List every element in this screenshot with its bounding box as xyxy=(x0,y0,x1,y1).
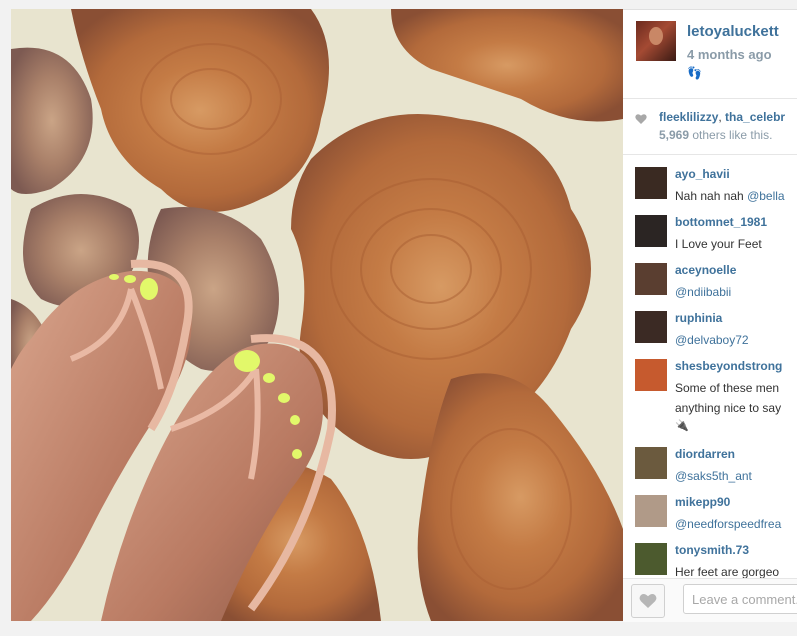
comment-username[interactable]: ayo_havii xyxy=(675,167,730,181)
avatar[interactable] xyxy=(635,167,667,199)
like-button[interactable] xyxy=(631,584,665,618)
avatar[interactable] xyxy=(635,447,667,479)
comment-text: Her feet are gorgeo xyxy=(675,565,780,578)
photo-image xyxy=(11,9,623,621)
comment-item: diordarren @saks5th_ant xyxy=(623,435,797,483)
owner-avatar[interactable] xyxy=(636,21,676,61)
post-photo[interactable] xyxy=(11,9,623,621)
post-header: letoyaluckett 4 months ago 👣 xyxy=(623,10,797,99)
comment-footer xyxy=(623,578,797,622)
owner-username[interactable]: letoyaluckett xyxy=(687,23,779,40)
comment-item: bottomnet_1981 I Love your Feet xyxy=(623,203,797,251)
comment-username[interactable]: tonysmith.73 xyxy=(675,543,749,557)
like-count: 5,969 others like this. xyxy=(659,128,772,142)
comments-list[interactable]: ayo_havii Nah nah nah @bella bottomnet_1… xyxy=(623,155,797,578)
like-count-number[interactable]: 5,969 xyxy=(659,128,689,142)
comment-item: ayo_havii Nah nah nah @bella xyxy=(623,155,797,203)
post-viewer: letoyaluckett 4 months ago 👣 fleeklilizz… xyxy=(0,0,797,636)
mention-link[interactable]: @bella xyxy=(747,189,785,203)
likers-list: fleeklilizzy, tha_celebr xyxy=(659,110,785,124)
comment-text: Some of these men xyxy=(675,381,780,395)
avatar[interactable] xyxy=(635,359,667,391)
heart-icon xyxy=(635,114,647,124)
comment-item: shesbeyondstrong Some of these men anyth… xyxy=(623,347,797,435)
post-sidebar: letoyaluckett 4 months ago 👣 fleeklilizz… xyxy=(623,9,797,622)
avatar[interactable] xyxy=(635,495,667,527)
post-timestamp[interactable]: 4 months ago xyxy=(687,47,772,62)
comment-item: tonysmith.73 Her feet are gorgeo xyxy=(623,531,797,578)
post-caption: 👣 xyxy=(687,66,702,80)
like-count-suffix: others like this. xyxy=(689,128,773,142)
comment-username[interactable]: mikepp90 xyxy=(675,495,730,509)
liker-link[interactable]: tha_celebr xyxy=(725,110,785,124)
comment-input[interactable] xyxy=(683,584,797,614)
comment-username[interactable]: aceynoelle xyxy=(675,263,736,277)
comment-username[interactable]: bottomnet_1981 xyxy=(675,215,767,229)
likes-section: fleeklilizzy, tha_celebr 5,969 others li… xyxy=(623,99,797,155)
comment-text: 🔌 xyxy=(675,420,689,432)
comment-item: ruphinia @delvaboy72 xyxy=(623,299,797,347)
comment-item: aceynoelle @ndiibabii xyxy=(623,251,797,299)
liker-link[interactable]: fleeklilizzy xyxy=(659,110,718,124)
comment-body: Nah nah nah xyxy=(675,189,748,203)
comment-text: anything nice to say xyxy=(675,401,782,415)
avatar[interactable] xyxy=(635,263,667,295)
heart-icon xyxy=(639,594,657,608)
comment-username[interactable]: ruphinia xyxy=(675,311,722,325)
avatar[interactable] xyxy=(635,311,667,343)
avatar[interactable] xyxy=(635,543,667,575)
avatar[interactable] xyxy=(635,215,667,247)
comment-username[interactable]: shesbeyondstrong xyxy=(675,359,782,373)
comment-username[interactable]: diordarren xyxy=(675,447,735,461)
comment-item: mikepp90 @needforspeedfrea xyxy=(623,483,797,531)
